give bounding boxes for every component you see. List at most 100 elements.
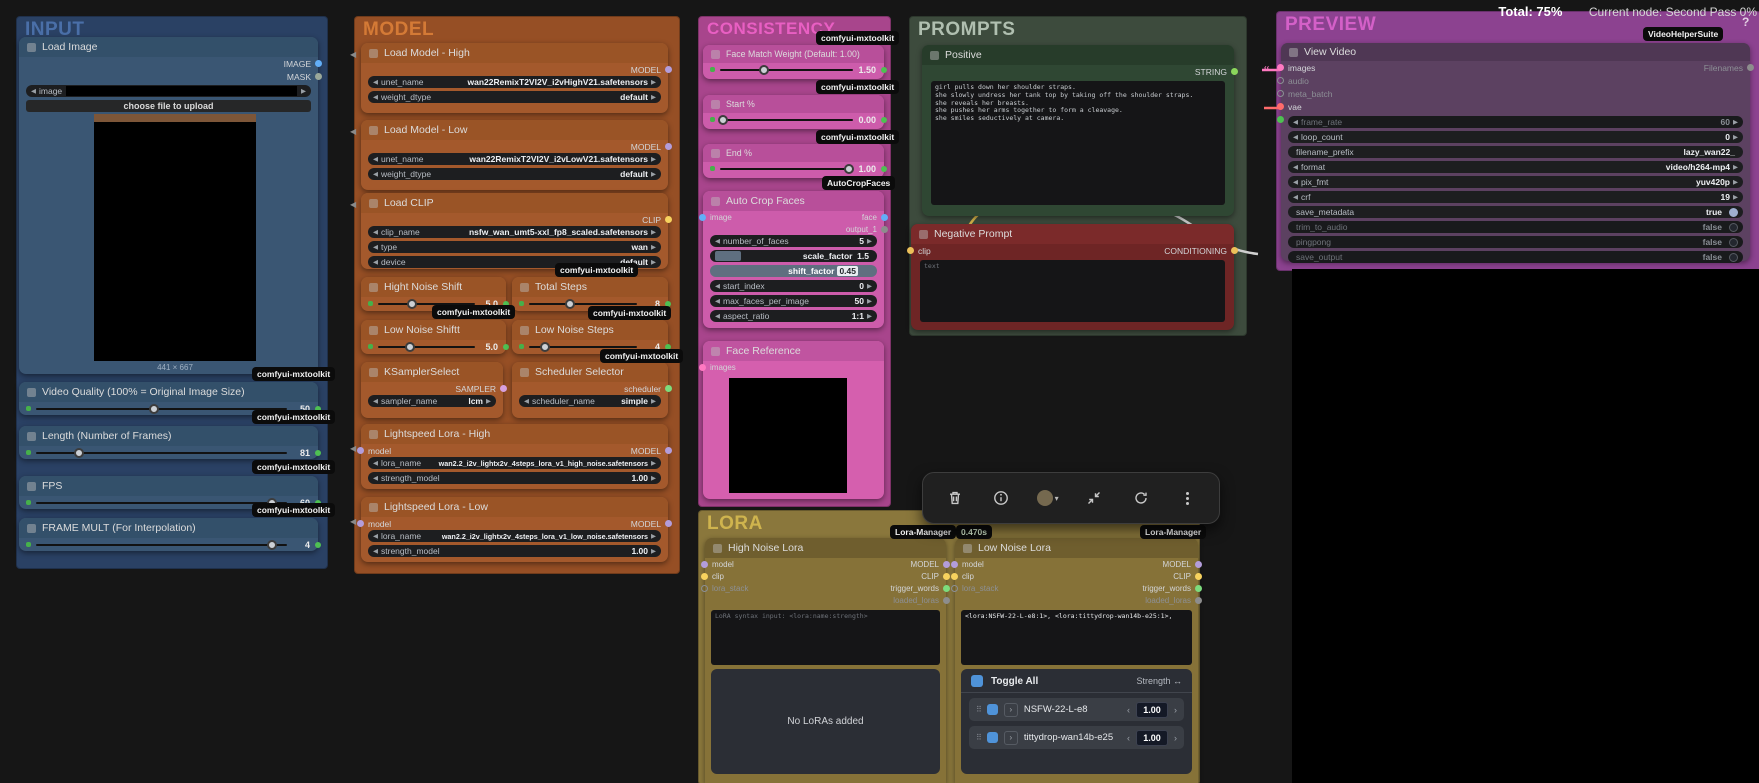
slider-output-port[interactable] <box>881 67 887 73</box>
slider-frame-mult[interactable]: 4 <box>19 538 318 551</box>
slider-input-dot[interactable] <box>368 344 373 349</box>
model-input-port[interactable] <box>951 561 958 568</box>
slider-knob[interactable] <box>74 448 84 458</box>
collapse-toggle[interactable] <box>919 230 928 239</box>
node-header[interactable]: FRAME MULT (For Interpolation) <box>19 518 318 538</box>
collapse-toggle[interactable] <box>520 368 529 377</box>
widget-lora_name[interactable]: ◀lora_namewan2.2_i2v_lightx2v_4steps_lor… <box>368 457 661 469</box>
toggle-knob[interactable] <box>1729 208 1738 217</box>
widget-aspect_ratio[interactable]: ◀aspect_ratio1:1▶ <box>710 310 877 322</box>
node-header[interactable]: Hight Noise Shift <box>361 277 506 297</box>
collapse-toggle[interactable] <box>711 149 720 158</box>
images-input-port[interactable] <box>699 364 706 371</box>
decrement-arrow[interactable]: ◀ <box>373 532 378 540</box>
strength-decrease-arrow[interactable]: ‹ <box>1127 705 1130 715</box>
model-output-port[interactable] <box>665 520 672 527</box>
node-header[interactable]: Scheduler Selector <box>512 362 668 382</box>
loaded-loras-output-port[interactable] <box>1195 597 1202 604</box>
node-high-noise-lora[interactable]: High Noise Lora model MODEL clip CLIP lo… <box>705 538 946 783</box>
widget-frame_rate[interactable]: ◀frame_rate60▶ <box>1288 116 1743 128</box>
trigger-words-output-port[interactable] <box>943 585 950 592</box>
slider-output-port[interactable] <box>881 166 887 172</box>
node-auto-crop-faces[interactable]: Auto Crop Faces image face output_1 ◀num… <box>703 191 884 328</box>
node-header[interactable]: Negative Prompt <box>911 224 1234 244</box>
node-header[interactable]: FPS <box>19 476 318 496</box>
slider-input-dot[interactable] <box>519 301 524 306</box>
widget-start_index[interactable]: ◀start_index0▶ <box>710 280 877 292</box>
slider-knob[interactable] <box>407 299 417 309</box>
node-header-load-image[interactable]: Load Image <box>19 37 318 57</box>
widget-strength_model[interactable]: ◀strength_model1.00▶ <box>368 545 661 557</box>
node-header[interactable]: Start % <box>703 95 884 113</box>
increment-arrow[interactable]: ▶ <box>867 297 872 305</box>
widget-shift_factor[interactable]: shift_factor0.45 <box>710 265 877 277</box>
decrement-arrow[interactable]: ◀ <box>715 312 720 320</box>
decrement-arrow[interactable]: ◀ <box>373 93 378 101</box>
decrement-arrow[interactable]: ◀ <box>1293 118 1298 126</box>
slider-length[interactable]: 81 <box>19 446 318 459</box>
toggle-knob[interactable] <box>1729 238 1738 247</box>
slider-input-dot[interactable] <box>26 500 31 505</box>
strength-value[interactable]: 1.00 <box>1136 730 1168 746</box>
slider-knob[interactable] <box>540 342 550 352</box>
decrement-arrow[interactable]: ◀ <box>715 297 720 305</box>
widget-type[interactable]: ◀typewan▶ <box>368 241 661 253</box>
decrement-arrow[interactable]: ◀ <box>373 243 378 251</box>
collapse-toggle[interactable] <box>963 544 972 553</box>
increment-arrow[interactable]: ▶ <box>1733 178 1738 186</box>
clip-output-port[interactable] <box>943 573 950 580</box>
decrement-arrow[interactable]: ◀ <box>373 258 378 266</box>
node-header[interactable]: Total Steps <box>512 277 668 297</box>
collapse-toggle[interactable] <box>27 432 36 441</box>
node-negative-prompt[interactable]: Negative Prompt clip CONDITIONING text <box>911 224 1234 330</box>
vae-input-port[interactable] <box>1277 103 1284 110</box>
slider-input-dot[interactable] <box>26 450 31 455</box>
node-start-pct[interactable]: Start % 0.00 <box>703 95 884 129</box>
decrement-arrow[interactable]: ◀ <box>524 397 529 405</box>
increment-arrow[interactable]: ▶ <box>486 397 491 405</box>
expand-lora-button[interactable]: › <box>1004 703 1018 717</box>
filenames-output-port[interactable] <box>1747 64 1754 71</box>
collapse-toggle[interactable] <box>520 326 529 335</box>
slider-knob[interactable] <box>759 65 769 75</box>
increment-arrow[interactable]: ▶ <box>867 312 872 320</box>
slider-track[interactable] <box>378 342 475 352</box>
node-low-noise-shift[interactable]: Low Noise Shiftt 5.0 <box>361 320 506 354</box>
model-input-port[interactable] <box>357 447 364 454</box>
node-end-pct[interactable]: End % 1.00 <box>703 144 884 178</box>
node-header[interactable]: High Noise Lora <box>705 538 946 558</box>
slider-input-dot[interactable] <box>368 301 373 306</box>
widget-clip_name[interactable]: ◀clip_namensfw_wan_umt5-xxl_fp8_scaled.s… <box>368 226 661 238</box>
collapse-toggle[interactable] <box>711 347 720 356</box>
widget-format[interactable]: ◀formatvideo/h264-mp4▶ <box>1288 161 1743 173</box>
node-load-model-low[interactable]: Load Model - Low MODEL ◀unet_namewan22Re… <box>361 120 668 190</box>
model-output-port[interactable] <box>665 447 672 454</box>
collapse-toggle[interactable] <box>520 283 529 292</box>
toggle-all-checkbox[interactable] <box>971 675 983 687</box>
model-output-port[interactable] <box>665 143 672 150</box>
clip-input-port[interactable] <box>701 573 708 580</box>
widget-image-combo[interactable]: ◀ image ▶ <box>26 85 311 97</box>
increment-arrow[interactable]: ▶ <box>651 93 656 101</box>
slider-knob[interactable] <box>718 115 728 125</box>
more-options-icon[interactable] <box>1172 483 1202 513</box>
widget-weight_dtype[interactable]: ◀weight_dtypedefault▶ <box>368 91 661 103</box>
audio-input-port[interactable] <box>1277 77 1284 84</box>
model-output-port[interactable] <box>943 561 950 568</box>
slider-track[interactable] <box>720 65 853 75</box>
node-ksampler-select[interactable]: KSamplerSelect SAMPLER ◀sampler_namelcm▶ <box>361 362 503 418</box>
node-color-swatch[interactable]: ▾ <box>1033 483 1063 513</box>
node-header[interactable]: Low Noise Lora <box>955 538 1198 558</box>
increment-arrow[interactable]: ▶ <box>651 243 656 251</box>
widget-filename_prefix[interactable]: filename_prefixlazy_wan22_ <box>1288 146 1743 158</box>
widget-scale_factor[interactable]: scale_factor 1.5 <box>710 250 877 262</box>
clip-input-port[interactable] <box>951 573 958 580</box>
widget-unet_name[interactable]: ◀unet_namewan22RemixT2VI2V_i2vLowV21.saf… <box>368 153 661 165</box>
slider-knob[interactable] <box>844 164 854 174</box>
node-low-noise-lora[interactable]: Low Noise Lora model MODEL clip CLIP lor… <box>955 538 1198 783</box>
node-header[interactable]: Load CLIP <box>361 193 668 213</box>
decrement-arrow[interactable]: ◀ <box>1293 163 1298 171</box>
model-output-port[interactable] <box>1195 561 1202 568</box>
decrement-arrow[interactable]: ◀ <box>373 155 378 163</box>
slider-knob[interactable] <box>565 299 575 309</box>
